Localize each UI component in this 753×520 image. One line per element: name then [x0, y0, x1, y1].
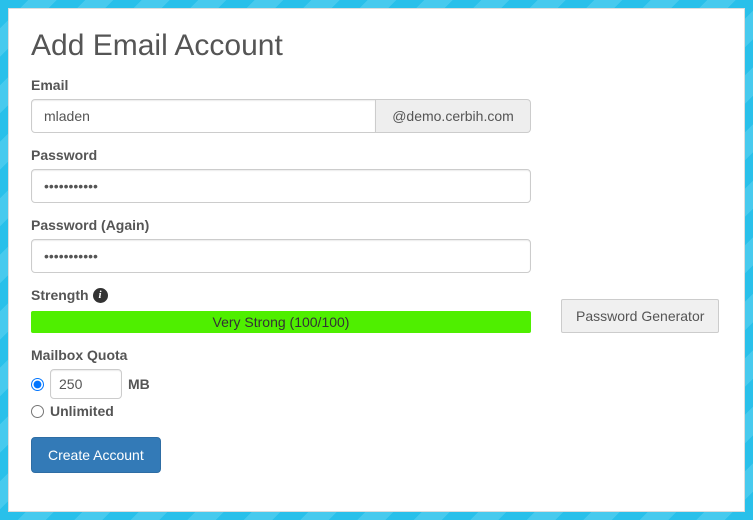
strength-label: Strength — [31, 287, 89, 303]
quota-value-input[interactable] — [50, 369, 122, 399]
strength-label-row: Strength i — [31, 287, 531, 303]
password-generator-button[interactable]: Password Generator — [561, 299, 719, 333]
quota-custom-row: MB — [31, 369, 722, 399]
quota-custom-radio[interactable] — [31, 378, 44, 391]
quota-unit: MB — [128, 376, 150, 392]
email-input-group: @demo.cerbih.com — [31, 99, 531, 133]
quota-unlimited-radio[interactable] — [31, 405, 44, 418]
quota-unlimited-row: Unlimited — [31, 403, 722, 419]
email-group: Email @demo.cerbih.com — [31, 77, 722, 133]
info-icon[interactable]: i — [93, 288, 108, 303]
quota-unlimited-label: Unlimited — [50, 403, 114, 419]
quota-group: Mailbox Quota MB Unlimited — [31, 347, 722, 419]
password-again-input[interactable] — [31, 239, 531, 273]
email-domain-addon: @demo.cerbih.com — [376, 99, 531, 133]
email-input[interactable] — [31, 99, 376, 133]
page-title: Add Email Account — [31, 29, 722, 63]
quota-label: Mailbox Quota — [31, 347, 722, 363]
password-input[interactable] — [31, 169, 531, 203]
strength-col: Strength i Very Strong (100/100) — [31, 287, 531, 333]
password-again-label: Password (Again) — [31, 217, 722, 233]
create-account-button[interactable]: Create Account — [31, 437, 161, 473]
add-email-panel: Add Email Account Email @demo.cerbih.com… — [8, 8, 745, 512]
email-label: Email — [31, 77, 722, 93]
password-again-group: Password (Again) — [31, 217, 722, 273]
strength-bar: Very Strong (100/100) — [31, 311, 531, 333]
password-group: Password — [31, 147, 722, 203]
strength-row: Strength i Very Strong (100/100) Passwor… — [31, 287, 722, 333]
password-label: Password — [31, 147, 722, 163]
